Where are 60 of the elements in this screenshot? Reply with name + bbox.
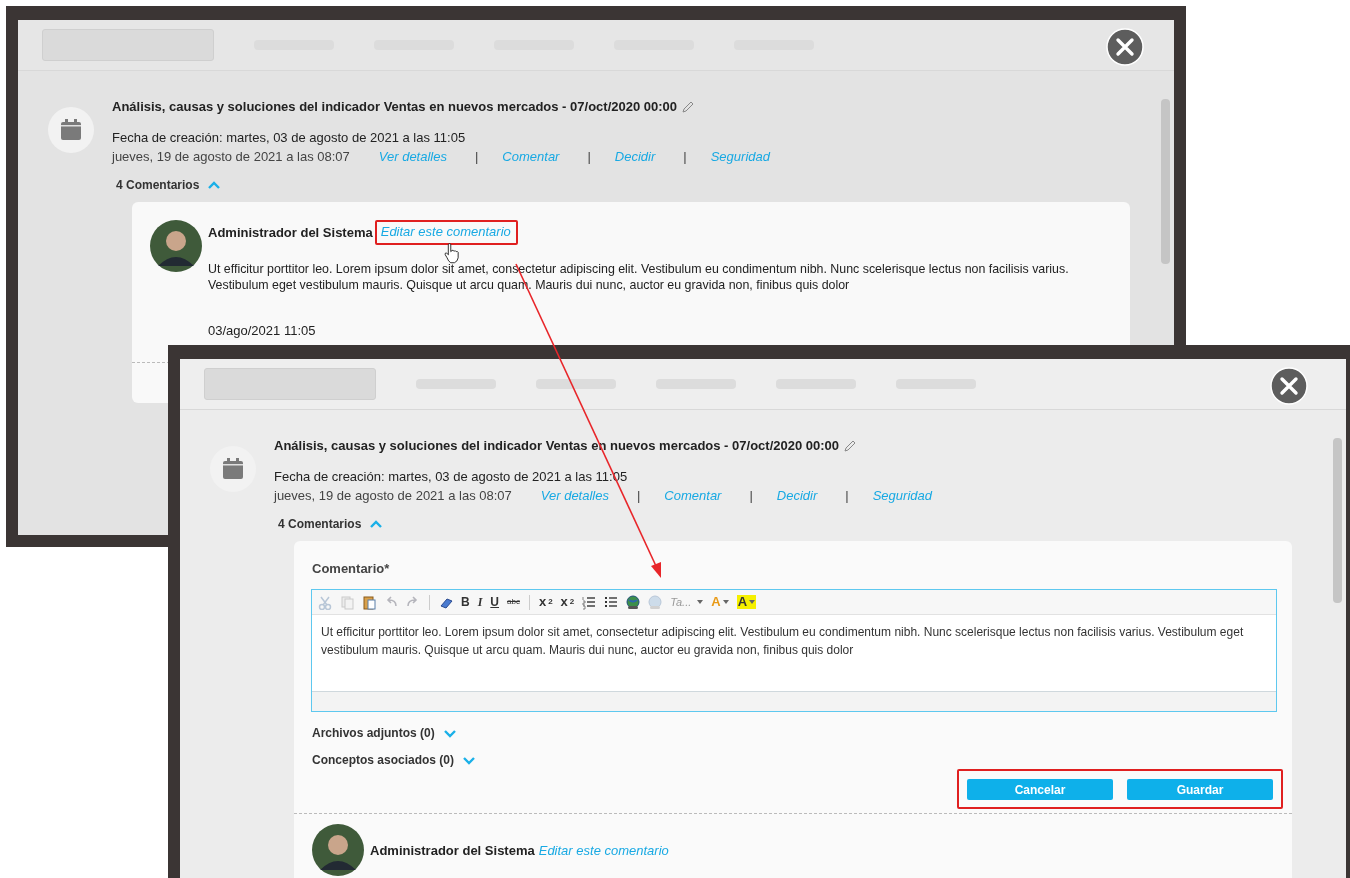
avatar-icon <box>312 824 364 876</box>
strike-tool[interactable]: abc <box>507 595 520 609</box>
separator-text: | <box>749 488 753 503</box>
action-link[interactable]: Seguridad <box>872 488 932 503</box>
action-link[interactable]: Seguridad <box>710 149 770 164</box>
hand-cursor-icon <box>444 243 460 264</box>
section-toggle[interactable]: Conceptos asociados (0) <box>312 753 455 767</box>
comment-label: Comentario* <box>312 561 391 576</box>
section-toggle[interactable]: Archivos adjuntos (0) <box>312 726 435 740</box>
separator-text: | <box>587 149 591 164</box>
italic-tool[interactable]: I <box>477 595 483 609</box>
calendar-icon <box>60 119 82 141</box>
color-tool[interactable]: A <box>711 595 729 609</box>
update-date: jueves, 19 de agosto de 2021 a las 08:07 <box>112 149 350 164</box>
action-link[interactable]: Decidir <box>776 488 818 503</box>
caret-icon[interactable] <box>749 600 756 604</box>
separator-text: | <box>683 149 687 164</box>
action-link[interactable]: Ver detalles <box>540 488 609 503</box>
link-icon[interactable] <box>626 594 641 610</box>
chevron-up-icon[interactable] <box>207 180 222 190</box>
comments-count[interactable]: 4 Comentarios <box>278 517 362 531</box>
save-button[interactable]: Guardar <box>1127 779 1273 800</box>
chevron-down-icon[interactable] <box>442 728 457 738</box>
chevron-down-icon[interactable] <box>462 755 477 765</box>
close-icon[interactable] <box>1270 367 1308 405</box>
separator-text: | <box>845 488 849 503</box>
edit-comment-link[interactable]: Editar este comentario <box>538 842 669 858</box>
highlight-tool[interactable]: A <box>736 595 757 609</box>
pencil-icon[interactable] <box>843 438 858 453</box>
action-link[interactable]: Ver detalles <box>378 149 447 164</box>
separator-text: | <box>636 488 641 503</box>
comment-author: Administrador del Sistema <box>208 225 373 240</box>
caret-icon[interactable] <box>697 600 704 604</box>
scrollbar[interactable] <box>1161 99 1170 264</box>
creation-date: Fecha de creación: martes, 03 de agosto de 2021 a las 11:05 <box>112 130 467 145</box>
chevron-up-icon[interactable] <box>369 519 384 529</box>
bold-tool[interactable]: B <box>461 595 470 609</box>
script-tool[interactable]: x$^{2}$ <box>560 595 575 609</box>
edit-comment-link[interactable]: Editar este comentario <box>374 220 518 245</box>
item-title: Análisis, causas y soluciones del indicador Ventas en nuevos mercados - 07/oct/2020 00:00 <box>112 99 678 114</box>
ul-icon[interactable] <box>604 594 619 610</box>
close-icon[interactable] <box>1106 28 1144 66</box>
action-link[interactable]: Decidir <box>614 149 656 164</box>
calendar-icon <box>222 458 244 480</box>
ol-icon[interactable] <box>582 594 597 610</box>
comments-count[interactable]: 4 Comentarios <box>116 178 200 192</box>
update-date: jueves, 19 de agosto de 2021 a las 08:07 <box>274 488 512 503</box>
font-tool[interactable]: Ta... <box>670 595 704 609</box>
avatar-icon <box>150 220 202 272</box>
action-link[interactable]: Comentar <box>502 149 560 164</box>
comment-author: Administrador del Sistema <box>370 842 535 858</box>
comment-date: 03/ago/2021 11:05 <box>208 323 317 339</box>
scrollbar[interactable] <box>1333 438 1342 603</box>
separator-text: | <box>474 149 479 164</box>
pencil-icon[interactable] <box>681 99 696 114</box>
caret-icon[interactable] <box>722 600 729 604</box>
paste-icon[interactable] <box>362 594 376 610</box>
cancel-button[interactable]: Cancelar <box>967 779 1113 800</box>
action-link[interactable]: Comentar <box>664 488 722 503</box>
underline-tool[interactable]: U <box>490 595 499 609</box>
